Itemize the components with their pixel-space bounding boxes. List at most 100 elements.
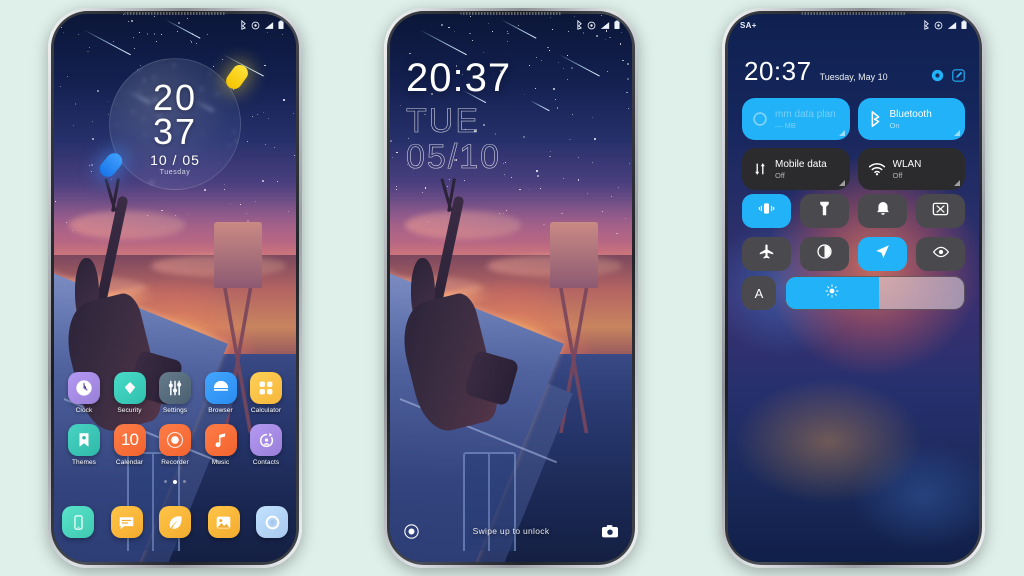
star (591, 161, 594, 164)
control-center-big-tiles: mm data plan — MB Bluetooth On Mobile data Of… (742, 98, 965, 190)
tile-status: — MB (775, 120, 796, 130)
dock-gallery[interactable] (207, 506, 240, 538)
star (409, 52, 411, 55)
location-icon (874, 243, 891, 265)
settings-gear-icon[interactable] (931, 69, 944, 82)
phone3-screen: SA+ 20:37 Tuesday, May 10 mm data plan —… (728, 14, 979, 562)
phone1-status-bar (54, 14, 296, 36)
browser-icon (204, 372, 237, 404)
page-dot[interactable] (173, 480, 177, 484)
shield-icon (113, 372, 146, 404)
quick-tile-reading-mode[interactable] (916, 237, 965, 271)
lockscreen-time: 20:37 (406, 56, 512, 100)
dock-camera[interactable] (256, 506, 288, 538)
dock (62, 506, 288, 538)
control-center-time: 20:37 (744, 56, 812, 86)
edit-icon[interactable] (952, 69, 965, 82)
battery-icon (961, 20, 967, 30)
lockscreen-date: 05/10 (406, 137, 502, 176)
app-themes[interactable]: Themes (64, 424, 104, 466)
star (273, 146, 275, 148)
app-clock[interactable]: Clock (64, 372, 104, 414)
star (471, 40, 473, 42)
app-calculator[interactable]: Calculator (246, 372, 286, 414)
contrast-icon (816, 243, 833, 265)
tile-mm-data-plan[interactable]: mm data plan — MB (742, 98, 850, 140)
voice-assistant-icon[interactable] (404, 523, 419, 539)
quick-tile-flashlight[interactable] (800, 194, 849, 228)
quick-tile-screenshot[interactable] (916, 194, 965, 228)
phone-control-center: SA+ 20:37 Tuesday, May 10 mm data plan —… (722, 8, 985, 568)
signal-icon (264, 21, 274, 30)
meteor (559, 54, 601, 77)
dock-notes[interactable] (159, 506, 191, 538)
star (97, 90, 99, 92)
phone3-earpiece-speaker (800, 12, 907, 15)
camera-icon[interactable] (602, 524, 618, 538)
control-center-quick-tiles (742, 194, 965, 271)
app-security[interactable]: Security (110, 372, 150, 414)
star (540, 60, 542, 62)
app-browser[interactable]: Browser (201, 372, 241, 414)
tile-expand-corner[interactable] (838, 130, 845, 136)
auto-brightness-button[interactable]: A (742, 276, 776, 310)
control-center-date: Tuesday, May 10 (819, 72, 888, 82)
quick-tile-dark-mode[interactable] (800, 237, 849, 271)
star (265, 144, 267, 146)
app-label: Calendar (115, 459, 144, 466)
lockscreen-clock: 20:37 TUE 05/10 (406, 58, 511, 175)
mobile-data-icon (752, 161, 768, 177)
star (256, 113, 258, 116)
star (606, 70, 609, 72)
app-contacts[interactable]: Contacts (246, 424, 286, 466)
tile-mobile-data[interactable]: Mobile data Off (742, 148, 850, 190)
star (283, 98, 286, 101)
tile-wlan[interactable]: WLAN Off (857, 148, 965, 190)
bookmark-icon (68, 424, 100, 456)
quick-tile-ringer[interactable] (858, 194, 907, 228)
page-dot[interactable] (164, 480, 167, 483)
quick-tile-location[interactable] (858, 237, 907, 271)
app-settings[interactable]: Settings (155, 372, 195, 414)
star (586, 192, 588, 194)
tile-expand-corner[interactable] (954, 180, 960, 186)
star (519, 188, 521, 191)
lockscreen-bottom-bar: Swipe up to unlock (390, 518, 632, 544)
control-center-header-actions (931, 69, 965, 84)
app-recorder[interactable]: Recorder (155, 424, 195, 466)
star (537, 175, 540, 177)
app-label: Settings (162, 407, 188, 414)
app-music[interactable]: Music (201, 424, 241, 466)
star (88, 165, 90, 167)
eye-icon (932, 245, 950, 264)
brightness-slider[interactable] (785, 276, 965, 310)
star (628, 108, 629, 109)
quick-tile-vibrate[interactable] (742, 194, 791, 228)
star (535, 88, 537, 89)
star (263, 111, 265, 113)
dock-messages[interactable] (110, 506, 143, 538)
battery-icon (614, 20, 620, 30)
star (87, 50, 89, 53)
tile-expand-corner[interactable] (838, 180, 845, 186)
quick-tile-airplane[interactable] (742, 237, 791, 271)
star (617, 186, 620, 189)
star (292, 112, 294, 114)
star (91, 121, 93, 123)
star (396, 186, 397, 187)
star (74, 103, 77, 105)
clock-widget[interactable]: 20 37 10 / 05 Tuesday (96, 58, 252, 190)
star (620, 43, 622, 45)
app-calendar[interactable]: 10 Calendar (110, 424, 150, 466)
page-dot[interactable] (183, 480, 186, 483)
app-label: Recorder (161, 459, 189, 466)
phone-home-screen: 20 37 10 / 05 Tuesday Clock Security Setti… (48, 8, 302, 568)
brightness-slider-fill (786, 277, 879, 309)
star (277, 181, 279, 183)
dock-phone[interactable] (62, 506, 94, 538)
tile-expand-corner[interactable] (954, 130, 960, 136)
tile-bluetooth[interactable]: Bluetooth On (857, 98, 965, 140)
star (133, 48, 136, 50)
clock-icon (68, 372, 100, 404)
star (567, 54, 568, 56)
